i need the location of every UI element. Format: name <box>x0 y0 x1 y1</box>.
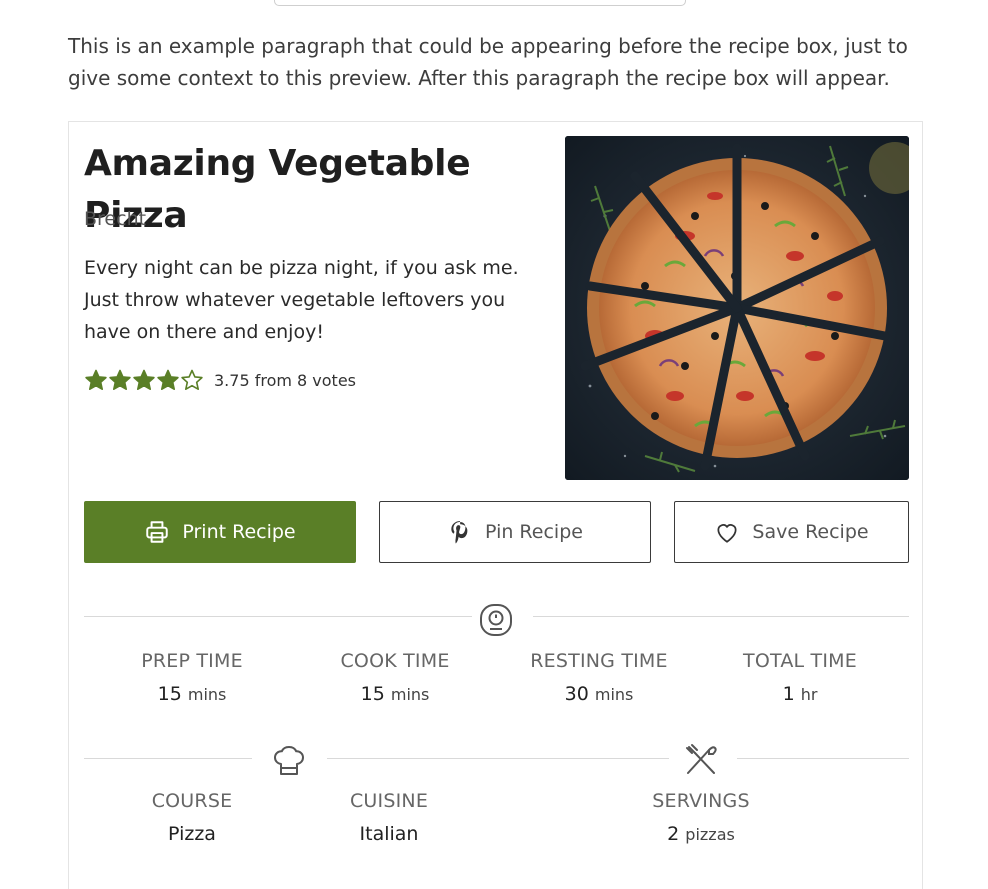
total-time-unit: hr <box>800 685 818 704</box>
prep-time-unit: mins <box>187 685 227 704</box>
prep-time-label: PREP TIME <box>141 650 243 672</box>
prep-time: PREP TIME 15 mins <box>109 648 275 707</box>
cook-time-number: 15 <box>360 683 385 705</box>
servings-number: 2 <box>667 823 680 845</box>
servings-label: SERVINGS <box>652 790 750 812</box>
intro-paragraph: This is an example paragraph that could … <box>68 34 908 90</box>
resting-time-number: 30 <box>564 683 589 705</box>
resting-time-unit: mins <box>594 685 634 704</box>
cook-time-value: 15 mins <box>312 682 478 707</box>
recipe-image <box>565 136 909 480</box>
timer-icon <box>478 602 514 638</box>
prep-time-number: 15 <box>157 683 182 705</box>
times-divider-right <box>533 616 909 617</box>
total-time-number: 1 <box>782 683 795 705</box>
save-recipe-button[interactable]: Save Recipe <box>674 501 909 563</box>
top-search-input[interactable] <box>274 0 686 6</box>
rating-star-4[interactable] <box>156 368 180 392</box>
recipe-summary: Every night can be pizza night, if you a… <box>84 257 519 343</box>
print-recipe-label: Print Recipe <box>182 521 296 543</box>
details-divider-right <box>737 758 909 759</box>
chef-hat-icon <box>271 742 307 778</box>
details-divider-middle <box>327 758 669 759</box>
total-time: TOTAL TIME 1 hr <box>717 648 883 707</box>
recipe-card: Amazing Vegetable Pizza Brecht Every nig… <box>68 121 923 889</box>
recipe-author: Brecht <box>84 208 147 230</box>
servings: SERVINGS 2 pizzas <box>618 788 784 847</box>
course-label: COURSE <box>151 790 233 812</box>
pin-recipe-button[interactable]: Pin Recipe <box>379 501 651 563</box>
servings-value: 2 pizzas <box>618 822 784 847</box>
total-time-label: TOTAL TIME <box>743 650 857 672</box>
pinterest-icon <box>447 519 473 545</box>
rating-star-5[interactable] <box>180 368 204 392</box>
course: COURSE Pizza <box>109 788 275 846</box>
servings-unit: pizzas <box>685 825 735 844</box>
resting-time-value: 30 mins <box>504 682 694 707</box>
print-recipe-button[interactable]: Print Recipe <box>84 501 356 563</box>
pin-recipe-label: Pin Recipe <box>485 521 583 543</box>
prep-time-value: 15 mins <box>109 682 275 707</box>
cuisine-value: Italian <box>359 823 419 845</box>
times-divider-left <box>84 616 472 617</box>
pizza-photo <box>565 136 909 480</box>
fork-knife-icon <box>683 742 719 778</box>
cook-time: COOK TIME 15 mins <box>312 648 478 707</box>
rating-star-1[interactable] <box>84 368 108 392</box>
total-time-value: 1 hr <box>717 682 883 707</box>
details-divider-left <box>84 758 252 759</box>
rating-star-3[interactable] <box>132 368 156 392</box>
rating-text: 3.75 from 8 votes <box>214 370 357 390</box>
rating-star-2[interactable] <box>108 368 132 392</box>
recipe-rating[interactable]: 3.75 from 8 votes <box>84 366 356 394</box>
save-recipe-label: Save Recipe <box>752 521 869 543</box>
cook-time-unit: mins <box>390 685 430 704</box>
resting-time-label: RESTING TIME <box>530 650 668 672</box>
recipe-title: Amazing Vegetable Pizza <box>84 143 471 236</box>
cook-time-label: COOK TIME <box>340 650 450 672</box>
rating-stars[interactable] <box>84 368 204 392</box>
cuisine-label: CUISINE <box>349 790 429 812</box>
printer-icon <box>144 519 170 545</box>
heart-icon <box>714 519 740 545</box>
course-value: Pizza <box>168 823 216 845</box>
cuisine: CUISINE Italian <box>306 788 472 846</box>
resting-time: RESTING TIME 30 mins <box>504 648 694 707</box>
